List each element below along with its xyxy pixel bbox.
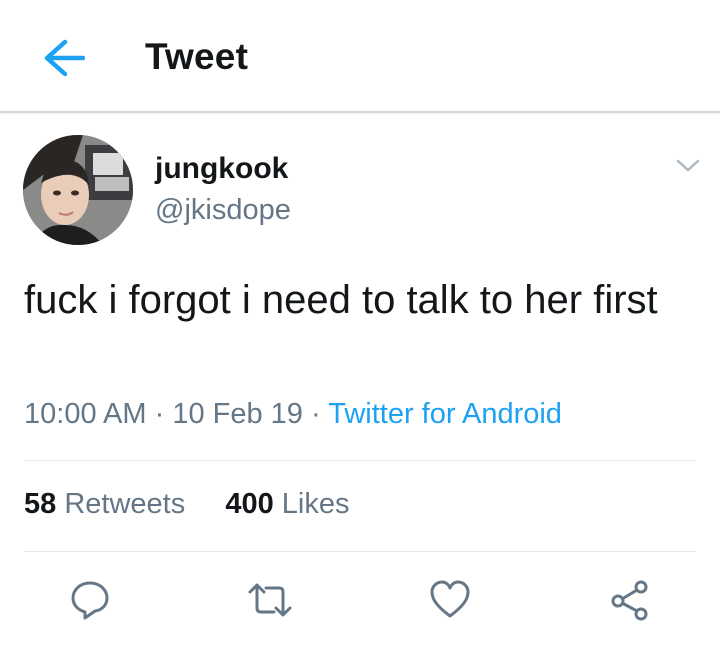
action-bar [0,572,720,628]
divider [24,551,696,552]
reply-icon [71,581,109,620]
arrow-left-icon [44,39,85,77]
likes-count: 400 [225,488,274,520]
tweet-time: 10:00 AM [24,398,147,430]
tweet-text: fuck i forgot i need to talk to her firs… [24,278,658,322]
top-bar: Tweet [0,0,720,113]
tweet-source-link[interactable]: Twitter for Android [328,398,562,430]
retweets-stat[interactable]: 58 Retweets [24,488,193,520]
like-button[interactable] [422,572,478,628]
retweet-button[interactable] [242,572,298,628]
tweet-date: 10 Feb 19 [172,398,303,430]
profile-photo [23,135,133,245]
meta-separator: · [311,398,321,430]
tweet-stats: 58 Retweets 400 Likes [24,488,350,521]
more-options-button[interactable] [672,150,704,182]
meta-separator: · [154,398,165,430]
author-handle[interactable]: @jkisdope [155,194,291,227]
share-button[interactable] [602,572,658,628]
divider [24,460,696,461]
reply-button[interactable] [62,572,118,628]
author-name[interactable]: jungkook [155,152,288,186]
retweets-label: Retweets [64,488,186,520]
chevron-down-icon [676,159,700,172]
back-button[interactable] [38,34,88,82]
likes-stat[interactable]: 400 Likes [217,488,349,520]
avatar[interactable] [23,135,133,245]
tweet-meta: 10:00 AM · 10 Feb 19 · Twitter for Andro… [24,398,562,431]
retweet-icon [248,583,292,617]
page-title: Tweet [145,36,249,77]
retweets-count: 58 [24,488,57,520]
likes-label: Likes [281,488,350,520]
heart-icon [430,580,470,618]
share-icon [611,580,648,621]
